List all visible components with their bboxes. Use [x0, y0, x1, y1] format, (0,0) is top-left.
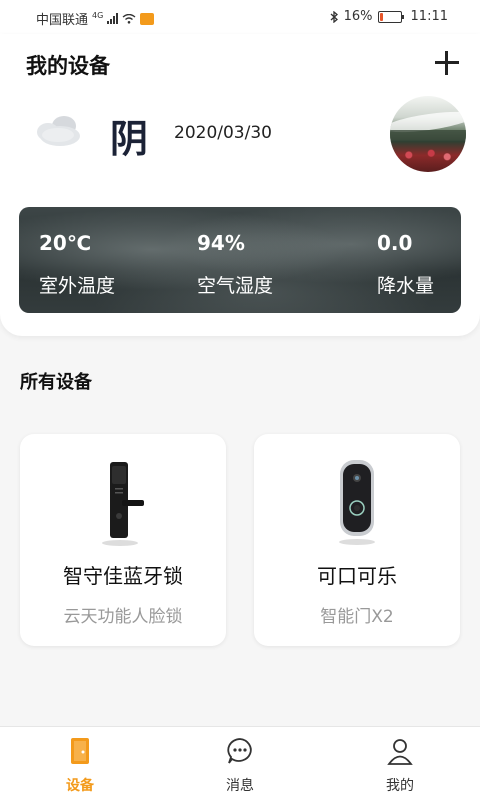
device-model: 智能门X2 — [320, 607, 394, 627]
door-icon — [71, 738, 89, 764]
clock: 11:11 — [410, 9, 448, 24]
device-card-lock[interactable]: 智守佳蓝牙锁 云天功能人脸锁 — [20, 434, 226, 646]
section-title: 所有设备 — [20, 372, 92, 393]
wifi-icon — [122, 13, 136, 24]
nav-label: 我的 — [386, 778, 414, 794]
bluetooth-icon — [330, 10, 338, 23]
weather-date: 2020/03/30 — [174, 123, 272, 143]
nav-devices[interactable]: 设备 — [30, 727, 130, 801]
stat-label: 空气湿度 — [197, 275, 274, 297]
status-left: 中国联通 4G — [36, 9, 155, 28]
battery-icon — [377, 10, 404, 23]
device-name: 可口可乐 — [317, 564, 397, 588]
status-right: 16% 11:11 — [330, 9, 448, 24]
chat-icon — [227, 738, 252, 764]
cloud-icon — [37, 116, 80, 146]
smart-doorbell-icon — [339, 460, 375, 545]
device-model: 云天功能人脸锁 — [63, 607, 183, 627]
nav-mine[interactable]: 我的 — [350, 727, 450, 801]
carrier-name: 中国联通 — [36, 13, 89, 28]
bottom-nav: 设备 消息 我的 — [0, 726, 480, 801]
nav-label: 设备 — [66, 778, 94, 794]
weather-stats-panel: 20℃ 室外温度 94% 空气湿度 0.0 降水量 — [19, 207, 461, 313]
plus-icon[interactable] — [432, 48, 462, 78]
notification-badge-icon — [140, 12, 155, 25]
stat-label: 降水量 — [377, 275, 435, 297]
page-title: 我的设备 — [26, 54, 110, 78]
battery-percent: 16% — [343, 9, 373, 24]
stat-label: 室外温度 — [39, 275, 116, 297]
battery-level — [379, 12, 383, 21]
nav-label: 消息 — [226, 778, 254, 794]
signal-icon — [107, 13, 119, 24]
nav-messages[interactable]: 消息 — [190, 727, 290, 801]
network-type: 4G — [92, 11, 104, 20]
stat-value: 20℃ — [39, 231, 92, 255]
device-card-doorbell[interactable]: 可口可乐 智能门X2 — [254, 434, 460, 646]
weather-card: 我的设备 阴 2020/03/30 20℃ 室外温度 94% 空气湿度 0.0 … — [0, 34, 480, 336]
avatar[interactable] — [390, 96, 466, 172]
door-lock-icon — [102, 462, 144, 546]
weather-condition: 阴 — [110, 116, 149, 161]
person-icon — [387, 739, 413, 765]
status-bar: 中国联通 4G 16% 11:11 — [0, 0, 480, 34]
stat-value: 0.0 — [377, 231, 413, 255]
stat-value: 94% — [197, 231, 245, 255]
device-name: 智守佳蓝牙锁 — [63, 564, 183, 588]
